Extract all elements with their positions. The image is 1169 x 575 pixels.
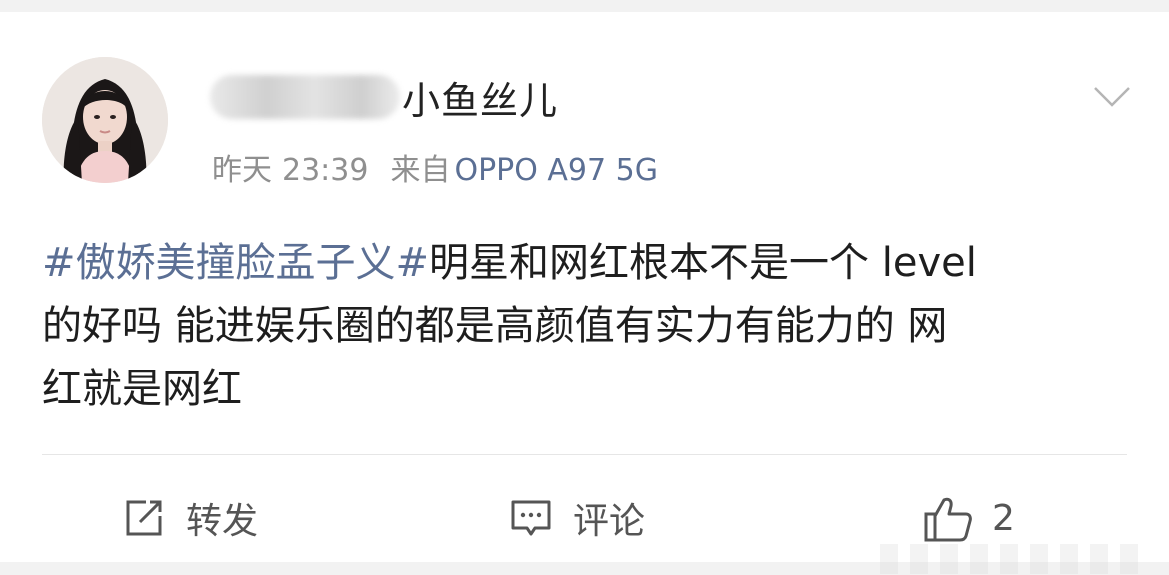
thumbs-up-icon bbox=[924, 497, 972, 542]
repost-button[interactable]: 转发 bbox=[122, 490, 258, 546]
device-link[interactable]: OPPO A97 5G bbox=[454, 153, 658, 188]
topic-link[interactable]: #傲娇美撞脸孟子义# bbox=[42, 240, 429, 286]
more-options-button[interactable] bbox=[1092, 84, 1132, 110]
comment-label: 评论 bbox=[573, 501, 646, 542]
post-day: 昨天 bbox=[212, 153, 272, 188]
avatar-icon bbox=[42, 57, 168, 183]
repost-label: 转发 bbox=[186, 501, 259, 542]
source-label: 来自 bbox=[390, 153, 451, 188]
post-meta: 昨天 23:39 来自 OPPO A97 5G bbox=[212, 145, 658, 189]
post-time: 23:39 bbox=[282, 153, 369, 188]
repost-icon bbox=[126, 500, 162, 536]
post-card: 小鱼丝儿 昨天 23:39 来自 OPPO A97 5G #傲娇美撞脸孟子义#明星和网… bbox=[0, 12, 1169, 574]
comment-icon bbox=[511, 500, 551, 536]
divider bbox=[42, 454, 1127, 455]
like-button[interactable]: 2 bbox=[922, 490, 1015, 546]
author-name-text: 小鱼丝儿 bbox=[402, 78, 559, 123]
like-count: 2 bbox=[992, 497, 1015, 539]
blurred-name-part bbox=[210, 75, 400, 119]
author-name[interactable]: 小鱼丝儿 bbox=[210, 72, 559, 123]
comment-button[interactable]: 评论 bbox=[509, 490, 645, 546]
avatar[interactable] bbox=[42, 57, 168, 183]
chevron-down-icon bbox=[1094, 87, 1130, 107]
bottom-ghost-overlay bbox=[880, 544, 1150, 574]
post-content: #傲娇美撞脸孟子义#明星和网红根本不是一个 level 的好吗 能进娱乐圈的都是… bbox=[42, 232, 1127, 421]
